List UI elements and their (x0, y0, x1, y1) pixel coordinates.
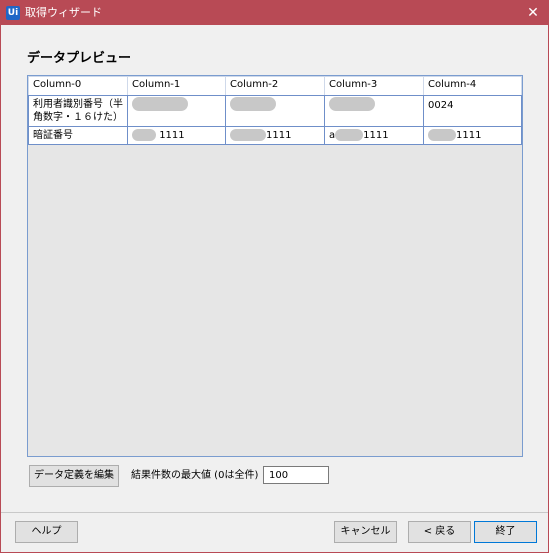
data-preview-grid[interactable]: Column-0 Column-1 Column-2 Column-3 Colu… (27, 75, 523, 457)
max-results-input[interactable]: 100 (263, 466, 329, 484)
back-button[interactable]: < 戻る (408, 521, 471, 543)
finish-button[interactable]: 終了 (474, 521, 537, 543)
column-header[interactable]: Column-4 (423, 76, 522, 96)
table-cell[interactable]: a 1111 (324, 126, 424, 145)
header-row: Column-0 Column-1 Column-2 Column-3 Colu… (28, 76, 522, 96)
table-cell[interactable] (225, 95, 325, 127)
table-row: 暗証番号 1111 1111 a 1111 1111 (28, 126, 522, 145)
column-header[interactable]: Column-3 (324, 76, 424, 96)
table-cell[interactable]: 0024 (423, 95, 522, 127)
redacted-value (428, 129, 456, 141)
table-cell[interactable]: 暗証番号 (28, 126, 128, 145)
edit-data-definition-button[interactable]: データ定義を編集 (29, 465, 119, 487)
cancel-button[interactable]: キャンセル (334, 521, 397, 543)
table-cell[interactable] (324, 95, 424, 127)
column-header[interactable]: Column-0 (28, 76, 128, 96)
redacted-value (230, 97, 276, 111)
redacted-value (335, 129, 364, 141)
redacted-value (329, 97, 375, 111)
table-cell[interactable]: 1111 (127, 126, 226, 145)
table-row: 利用者識別番号（半角数字・１６けた） 0024 (28, 95, 522, 127)
table-cell[interactable]: 1111 (225, 126, 325, 145)
redacted-value (132, 129, 156, 141)
help-button[interactable]: ヘルプ (15, 521, 78, 543)
column-header[interactable]: Column-2 (225, 76, 325, 96)
preview-table: Column-0 Column-1 Column-2 Column-3 Colu… (28, 76, 522, 145)
section-title: データプレビュー (27, 51, 132, 66)
column-header[interactable]: Column-1 (127, 76, 226, 96)
window-title: 取得ウィザード (25, 6, 102, 19)
wizard-window: Ui 取得ウィザード ✕ データプレビュー Column-0 Column-1 … (0, 0, 549, 553)
redacted-value (230, 129, 266, 141)
table-cell[interactable]: 1111 (423, 126, 522, 145)
footer-divider (1, 512, 548, 513)
table-cell[interactable]: 利用者識別番号（半角数字・１６けた） (28, 95, 128, 127)
title-bar[interactable]: Ui 取得ウィザード ✕ (1, 1, 548, 25)
redacted-value (132, 97, 188, 111)
table-cell[interactable] (127, 95, 226, 127)
max-results-label: 結果件数の最大値 (0は全件) (131, 470, 259, 481)
app-icon: Ui (6, 6, 20, 20)
close-icon[interactable]: ✕ (518, 1, 548, 25)
